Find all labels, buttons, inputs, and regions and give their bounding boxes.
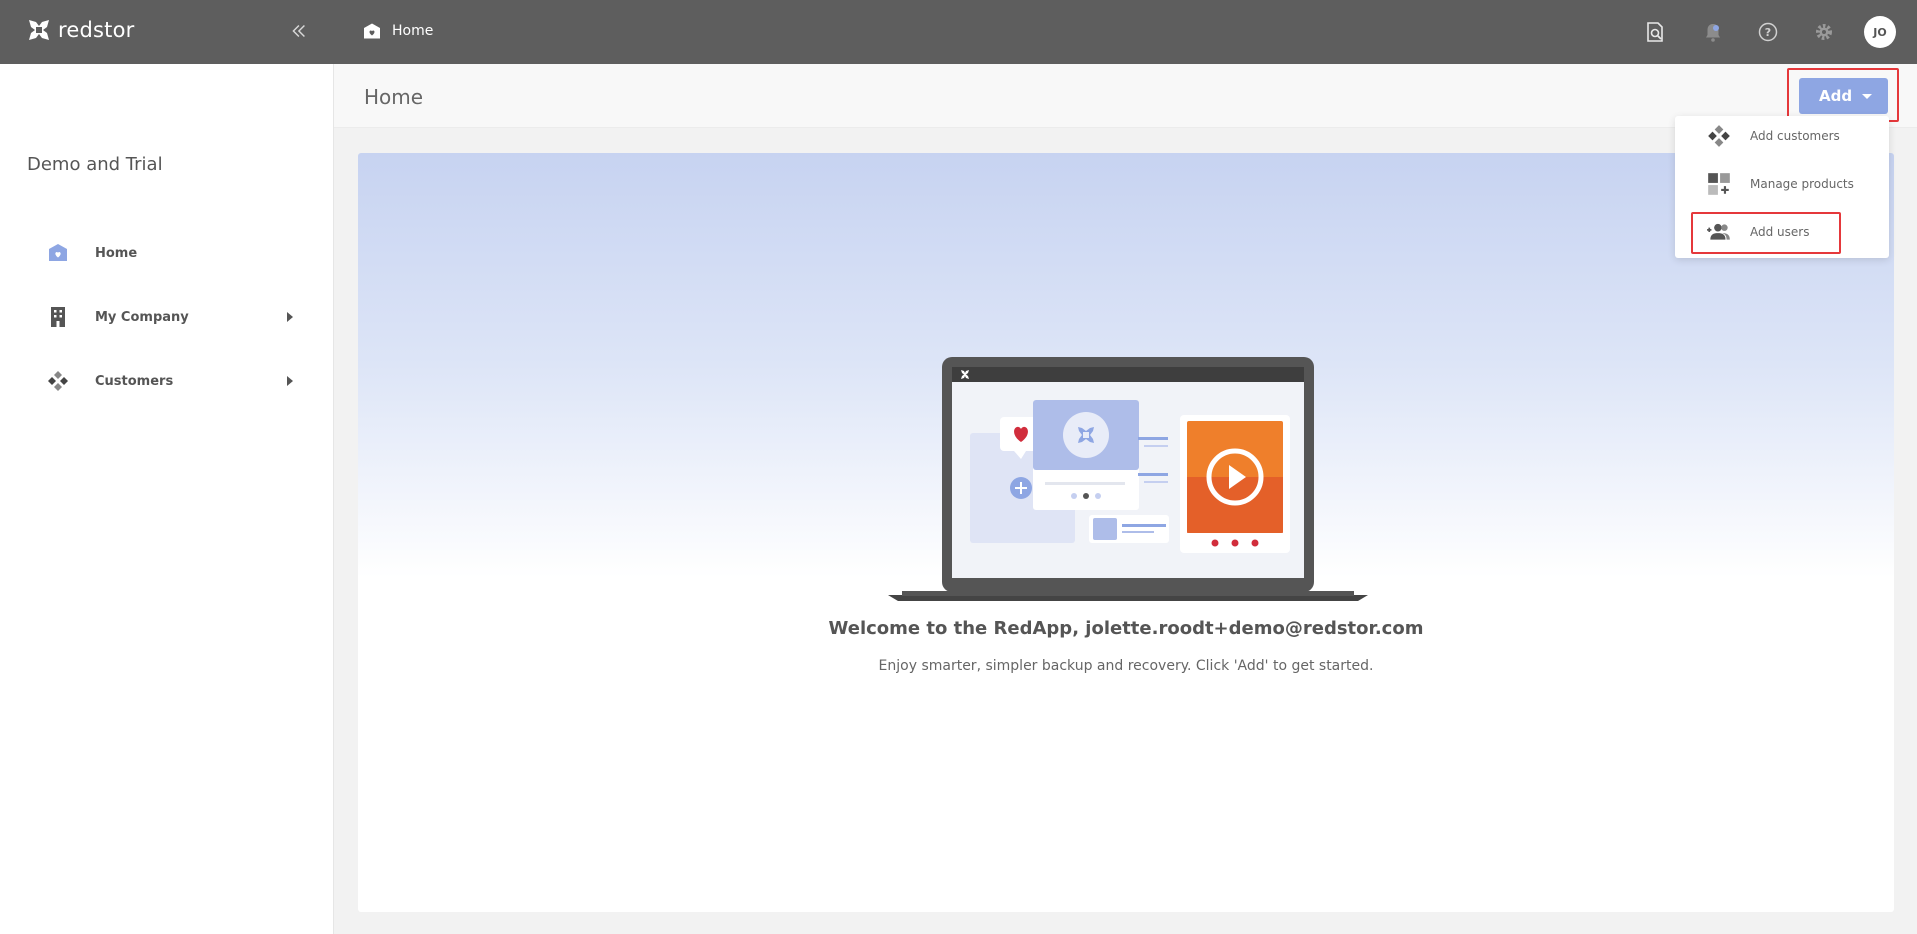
help-icon: ? xyxy=(1758,22,1778,42)
menu-item-label: Manage products xyxy=(1750,177,1854,191)
settings-button[interactable] xyxy=(1813,21,1835,43)
laptop-illustration xyxy=(888,355,1368,605)
page-title: Home xyxy=(364,85,424,109)
sidebar-item-customers[interactable]: Customers xyxy=(0,356,334,406)
customers-diamond-icon xyxy=(46,369,70,393)
products-grid-icon xyxy=(1706,171,1732,197)
sidebar-item-my-company[interactable]: My Company xyxy=(0,292,334,342)
home-heart-icon xyxy=(46,241,70,265)
redstor-logo-icon xyxy=(29,20,49,40)
collapse-sidebar-button[interactable] xyxy=(286,20,310,44)
home-icon xyxy=(364,23,380,39)
laptop-illustration-image xyxy=(888,357,1368,601)
svg-text:?: ? xyxy=(1765,26,1771,39)
user-avatar[interactable]: JO xyxy=(1864,16,1896,48)
menu-item-label: Add customers xyxy=(1750,129,1840,143)
welcome-subtext: Enjoy smarter, simpler backup and recove… xyxy=(878,658,1374,674)
chevron-down-icon xyxy=(1862,94,1872,99)
organization-name: Demo and Trial xyxy=(27,154,163,175)
sidebar: Demo and Trial Home My Company Customers xyxy=(0,64,334,934)
search-doc-button[interactable] xyxy=(1644,21,1666,43)
customers-diamond-icon xyxy=(1706,123,1732,149)
add-users-icon xyxy=(1706,219,1732,245)
notifications-button[interactable] xyxy=(1702,21,1724,43)
help-button[interactable]: ? xyxy=(1757,21,1779,43)
brand-logo[interactable]: redstor xyxy=(26,17,134,43)
brand-name: redstor xyxy=(58,18,135,42)
add-dropdown-button[interactable]: Add xyxy=(1799,78,1888,114)
building-icon xyxy=(46,305,70,329)
add-dropdown-menu: Add customers Manage products Add users xyxy=(1675,116,1889,258)
sidebar-item-label: Home xyxy=(95,245,138,261)
top-bar: redstor Home ? JO xyxy=(0,0,1917,64)
settings-gear-icon xyxy=(1816,24,1832,40)
menu-item-label: Add users xyxy=(1750,225,1810,239)
sidebar-item-label: My Company xyxy=(95,309,189,325)
expand-caret-icon xyxy=(287,376,293,386)
menu-item-add-customers[interactable]: Add customers xyxy=(1675,116,1889,156)
menu-item-manage-products[interactable]: Manage products xyxy=(1675,164,1889,204)
search-doc-icon xyxy=(1647,22,1663,42)
sidebar-item-label: Customers xyxy=(95,373,174,389)
breadcrumb-home: Home xyxy=(392,23,434,39)
breadcrumb[interactable]: Home xyxy=(363,22,433,40)
double-chevron-left-icon xyxy=(292,24,305,38)
sidebar-item-home[interactable]: Home xyxy=(0,228,334,278)
welcome-heading: Welcome to the RedApp, jolette.roodt+dem… xyxy=(828,618,1424,639)
add-button-label: Add xyxy=(1819,87,1853,105)
menu-item-add-users[interactable]: Add users xyxy=(1675,212,1889,252)
notification-bell-icon xyxy=(1706,24,1720,42)
expand-caret-icon xyxy=(287,312,293,322)
